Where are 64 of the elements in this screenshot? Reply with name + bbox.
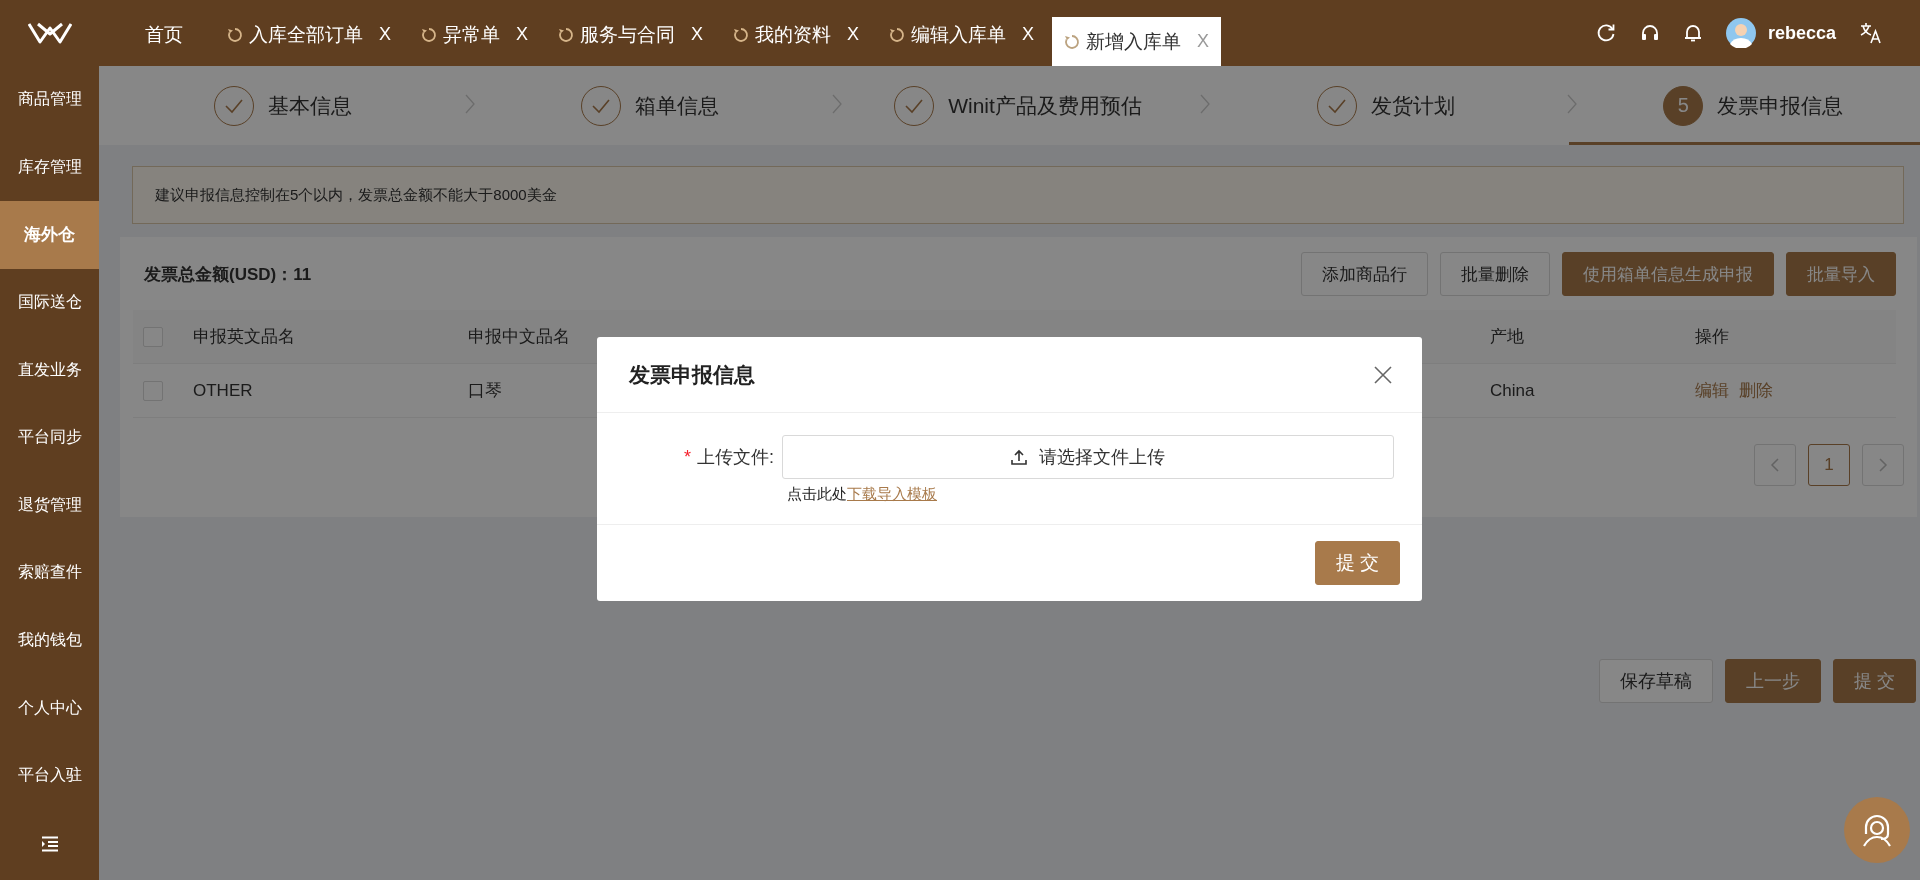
step-title: 发票申报信息 bbox=[1717, 92, 1844, 119]
translate-icon[interactable] bbox=[1860, 22, 1882, 44]
table-cell: OTHER bbox=[193, 380, 253, 400]
user-name[interactable]: rebecca bbox=[1767, 22, 1836, 44]
sidebar-item[interactable]: 退货管理 bbox=[0, 471, 99, 540]
sidebar-item[interactable]: 库存管理 bbox=[0, 133, 99, 202]
tab[interactable]: 我的资料 X bbox=[721, 17, 872, 66]
sidebar-item[interactable]: 个人中心 bbox=[0, 674, 99, 742]
chevron-right-icon bbox=[1878, 458, 1888, 472]
hint-text: 点击此处下载导入模板 bbox=[787, 485, 938, 504]
dialog-title: 发票申报信息 bbox=[629, 361, 755, 388]
bell-icon[interactable] bbox=[1683, 23, 1702, 43]
toolbar-button[interactable]: 批量删除 bbox=[1440, 252, 1550, 296]
sidebar-item[interactable]: 平台同步 bbox=[0, 403, 99, 472]
menu-fold-icon[interactable] bbox=[40, 836, 59, 852]
refresh-icon[interactable] bbox=[1595, 23, 1616, 43]
step-title: 箱单信息 bbox=[635, 92, 720, 119]
chevron-icon bbox=[1567, 94, 1578, 114]
avatar-icon[interactable] bbox=[1725, 18, 1756, 48]
column-header: 申报中文品名 bbox=[468, 327, 570, 346]
chevron-icon bbox=[464, 94, 475, 114]
sidebar-item[interactable]: 索赔查件 bbox=[0, 539, 99, 607]
sidebar-item[interactable]: 平台入驻 bbox=[0, 741, 99, 810]
download-link[interactable]: 下载导入模板 bbox=[847, 485, 937, 502]
sidebar-item[interactable]: 海外仓 bbox=[0, 201, 99, 269]
refresh-icon bbox=[733, 26, 750, 43]
tab[interactable]: 首页 bbox=[133, 17, 195, 66]
step-title: 发货计划 bbox=[1370, 92, 1455, 119]
invoice-total: 发票总金额(USD)：11 bbox=[144, 263, 313, 286]
submit-button[interactable]: 提 交 bbox=[1314, 541, 1400, 585]
table-cell: 口琴 bbox=[468, 381, 502, 400]
column-header: 操作 bbox=[1695, 327, 1729, 346]
sidebar-item[interactable]: 直发业务 bbox=[0, 336, 99, 404]
field-label: * 上传文件: bbox=[682, 446, 775, 469]
upload-button[interactable]: 请选择文件上传 bbox=[782, 435, 1394, 479]
close-icon[interactable] bbox=[1374, 365, 1392, 384]
chevron-icon bbox=[832, 94, 843, 114]
chevron-icon bbox=[1199, 94, 1210, 114]
refresh-icon bbox=[421, 26, 437, 43]
step-title: Winit产品及费用预估 bbox=[948, 92, 1142, 119]
sidebar-item[interactable]: 商品管理 bbox=[0, 66, 99, 134]
logo-icon bbox=[27, 22, 72, 44]
footer-button[interactable]: 保存草稿 bbox=[1599, 659, 1713, 703]
refresh-icon bbox=[227, 26, 243, 43]
sidebar-item[interactable]: 国际送仓 bbox=[0, 268, 99, 337]
tab[interactable]: 异常单 X bbox=[409, 17, 541, 66]
tab[interactable]: 服务与合同 X bbox=[546, 17, 716, 66]
step-number: 5 bbox=[1663, 85, 1704, 126]
table-cell: China bbox=[1490, 380, 1535, 400]
upload-icon bbox=[1011, 449, 1027, 465]
tab[interactable]: 新增入库单 X bbox=[1052, 17, 1222, 66]
tab[interactable]: 编辑入库单 X bbox=[877, 17, 1047, 66]
chevron-left-icon bbox=[1770, 458, 1780, 472]
column-header: 产地 bbox=[1490, 327, 1524, 346]
refresh-icon bbox=[889, 26, 906, 43]
refresh-icon bbox=[1064, 33, 1081, 50]
tab[interactable]: 入库全部订单 X bbox=[215, 17, 403, 66]
refresh-icon bbox=[558, 26, 575, 43]
sidebar-item[interactable]: 我的钱包 bbox=[0, 606, 99, 675]
headset-icon[interactable] bbox=[1639, 23, 1660, 43]
column-header: 申报英文品名 bbox=[193, 327, 295, 346]
alert-message: 建议申报信息控制在5个以内，发票总金额不能大于8000美金 bbox=[132, 166, 1904, 224]
step-title: 基本信息 bbox=[267, 92, 352, 119]
toolbar-button[interactable]: 添加商品行 bbox=[1301, 252, 1428, 296]
